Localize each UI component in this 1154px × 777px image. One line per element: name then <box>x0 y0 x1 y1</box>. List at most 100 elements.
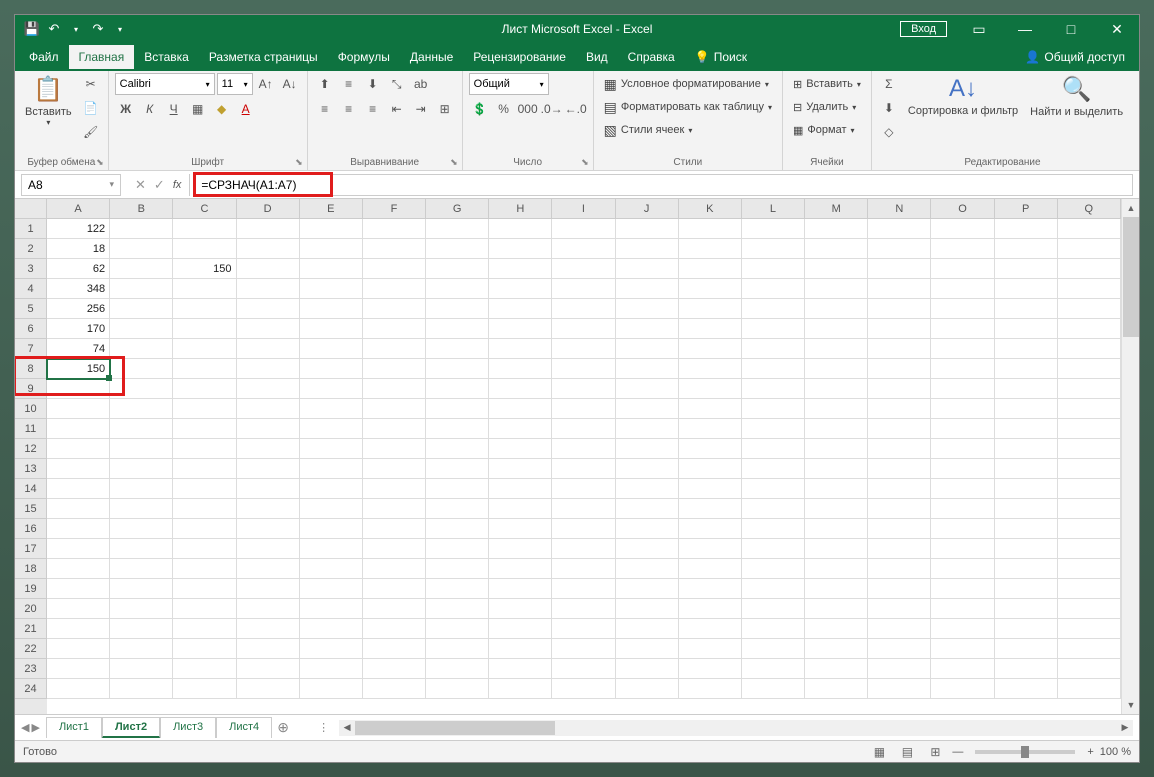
fill-color-icon[interactable]: ◆ <box>211 98 233 120</box>
cell-M22[interactable] <box>805 639 868 659</box>
col-header-P[interactable]: P <box>995 199 1058 219</box>
cell-N11[interactable] <box>868 419 931 439</box>
cell-G2[interactable] <box>426 239 489 259</box>
cell-P13[interactable] <box>995 459 1058 479</box>
cell-L17[interactable] <box>742 539 805 559</box>
cell-A3[interactable]: 62 <box>47 259 110 279</box>
cell-J3[interactable] <box>616 259 679 279</box>
cell-J19[interactable] <box>616 579 679 599</box>
cell-I22[interactable] <box>552 639 615 659</box>
cell-J5[interactable] <box>616 299 679 319</box>
cell-F13[interactable] <box>363 459 426 479</box>
cell-Q19[interactable] <box>1058 579 1121 599</box>
col-header-F[interactable]: F <box>363 199 426 219</box>
cell-H18[interactable] <box>489 559 552 579</box>
cell-C12[interactable] <box>173 439 236 459</box>
cell-J1[interactable] <box>616 219 679 239</box>
cell-J12[interactable] <box>616 439 679 459</box>
menu-search[interactable]: 💡Поиск <box>685 45 757 69</box>
cell-Q18[interactable] <box>1058 559 1121 579</box>
cell-J14[interactable] <box>616 479 679 499</box>
cell-P19[interactable] <box>995 579 1058 599</box>
cell-G21[interactable] <box>426 619 489 639</box>
ribbon-options-icon[interactable]: ▭ <box>957 15 1001 43</box>
cell-M21[interactable] <box>805 619 868 639</box>
cell-A15[interactable] <box>47 499 110 519</box>
cell-P24[interactable] <box>995 679 1058 699</box>
cell-G23[interactable] <box>426 659 489 679</box>
cell-C7[interactable] <box>173 339 236 359</box>
cell-H1[interactable] <box>489 219 552 239</box>
cell-B3[interactable] <box>110 259 173 279</box>
menu-home[interactable]: Главная <box>69 45 135 69</box>
cell-D3[interactable] <box>237 259 300 279</box>
cell-C3[interactable]: 150 <box>173 259 236 279</box>
cell-C9[interactable] <box>173 379 236 399</box>
alignment-launcher-icon[interactable]: ⬊ <box>450 157 458 168</box>
cell-E8[interactable] <box>300 359 363 379</box>
cell-A5[interactable]: 256 <box>47 299 110 319</box>
cell-D10[interactable] <box>237 399 300 419</box>
format-cells-button[interactable]: ▦Формат▾ <box>789 119 859 141</box>
cell-F11[interactable] <box>363 419 426 439</box>
cell-A2[interactable]: 18 <box>47 239 110 259</box>
scroll-up-icon[interactable]: ▲ <box>1122 199 1139 217</box>
cell-K24[interactable] <box>679 679 742 699</box>
cell-D17[interactable] <box>237 539 300 559</box>
sheet-prev-icon[interactable]: ◀ <box>21 721 29 734</box>
cell-O7[interactable] <box>931 339 994 359</box>
paste-button[interactable]: 📋 Вставить ▾ <box>21 73 76 129</box>
cell-M6[interactable] <box>805 319 868 339</box>
copy-icon[interactable]: 📄 <box>80 97 102 119</box>
cell-A16[interactable] <box>47 519 110 539</box>
cell-F16[interactable] <box>363 519 426 539</box>
cell-A17[interactable] <box>47 539 110 559</box>
conditional-formatting-button[interactable]: ▦Условное форматирование▾ <box>600 73 773 95</box>
cell-B24[interactable] <box>110 679 173 699</box>
cell-O10[interactable] <box>931 399 994 419</box>
orientation-icon[interactable]: ⤡ <box>386 73 408 95</box>
cell-F22[interactable] <box>363 639 426 659</box>
row-header-14[interactable]: 14 <box>15 479 47 499</box>
row-header-17[interactable]: 17 <box>15 539 47 559</box>
cell-D8[interactable] <box>237 359 300 379</box>
cell-D15[interactable] <box>237 499 300 519</box>
cell-B12[interactable] <box>110 439 173 459</box>
cell-O9[interactable] <box>931 379 994 399</box>
cell-L10[interactable] <box>742 399 805 419</box>
cell-D13[interactable] <box>237 459 300 479</box>
cell-I15[interactable] <box>552 499 615 519</box>
row-header-4[interactable]: 4 <box>15 279 47 299</box>
row-header-12[interactable]: 12 <box>15 439 47 459</box>
cell-E14[interactable] <box>300 479 363 499</box>
font-color-icon[interactable]: A <box>235 98 257 120</box>
cell-C1[interactable] <box>173 219 236 239</box>
cell-M13[interactable] <box>805 459 868 479</box>
cell-L13[interactable] <box>742 459 805 479</box>
cell-H13[interactable] <box>489 459 552 479</box>
cell-K4[interactable] <box>679 279 742 299</box>
align-right-icon[interactable]: ≡ <box>362 98 384 120</box>
cell-P4[interactable] <box>995 279 1058 299</box>
cell-M18[interactable] <box>805 559 868 579</box>
name-box[interactable]: A8▾ <box>21 174 121 196</box>
cell-H9[interactable] <box>489 379 552 399</box>
cell-C20[interactable] <box>173 599 236 619</box>
number-launcher-icon[interactable]: ⬊ <box>581 157 589 168</box>
minimize-icon[interactable]: — <box>1003 15 1047 43</box>
number-format-combo[interactable]: Общий▾ <box>469 73 549 95</box>
cell-J4[interactable] <box>616 279 679 299</box>
redo-icon[interactable]: ↷ <box>89 20 107 38</box>
bold-icon[interactable]: Ж <box>115 98 137 120</box>
cell-K11[interactable] <box>679 419 742 439</box>
normal-view-icon[interactable]: ▦ <box>868 743 890 761</box>
cell-D9[interactable] <box>237 379 300 399</box>
cell-K22[interactable] <box>679 639 742 659</box>
menu-data[interactable]: Данные <box>400 45 463 69</box>
cell-L18[interactable] <box>742 559 805 579</box>
cell-J2[interactable] <box>616 239 679 259</box>
hscroll-thumb[interactable] <box>355 721 555 735</box>
cell-B5[interactable] <box>110 299 173 319</box>
cell-K13[interactable] <box>679 459 742 479</box>
cell-N5[interactable] <box>868 299 931 319</box>
